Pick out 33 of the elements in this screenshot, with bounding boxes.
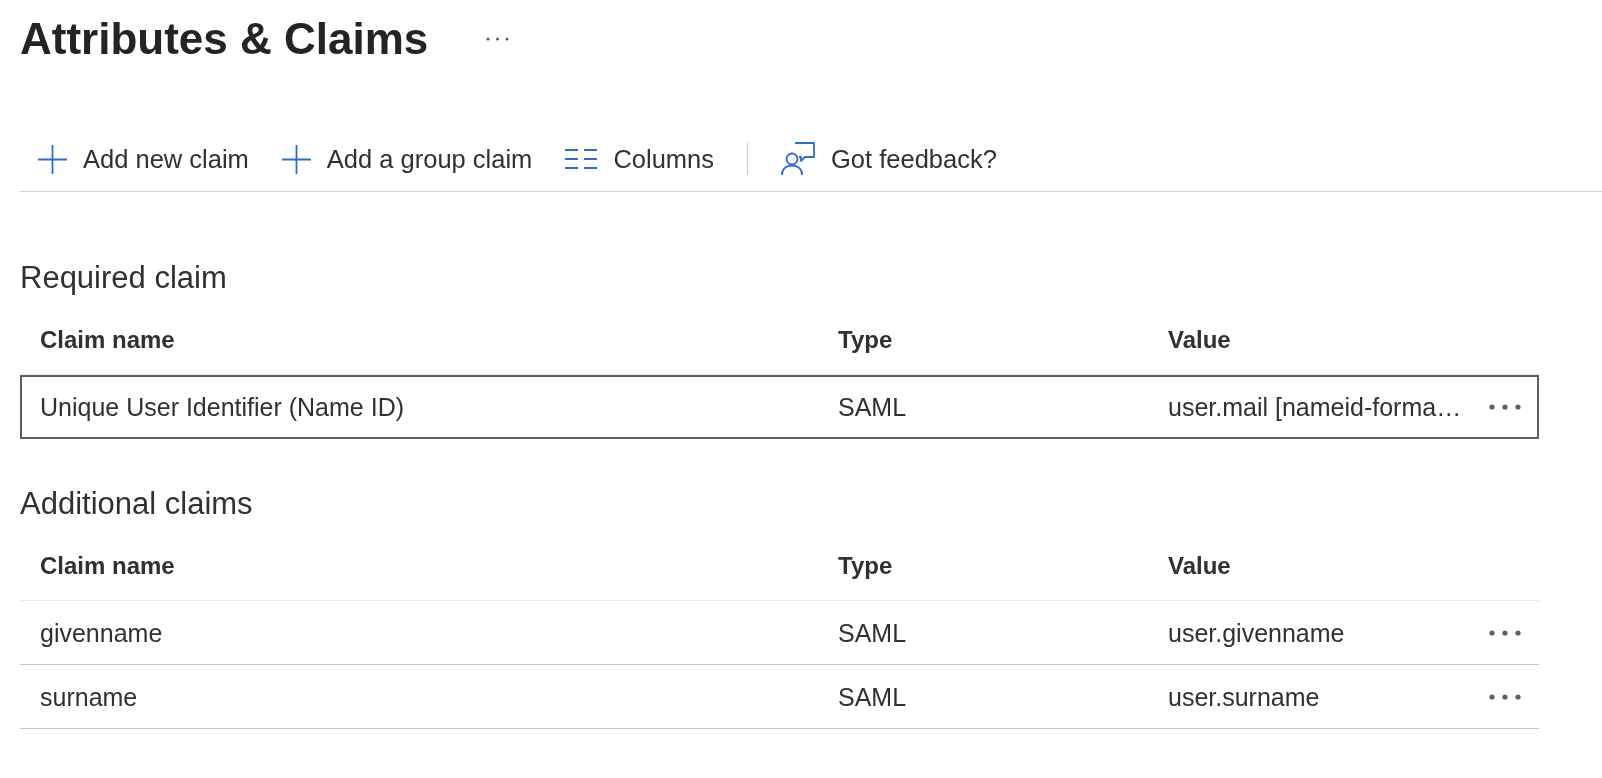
toolbar-button[interactable]: Add new claim (38, 143, 249, 175)
section-title: Additional claims (20, 485, 253, 523)
table-row[interactable]: givenname SAML user.givenname (20, 601, 1539, 665)
toolbar-button[interactable]: Got feedback? (781, 142, 997, 176)
table-cell: user.mail [nameid-forma… (1168, 392, 1462, 422)
more-icon[interactable] (486, 37, 510, 41)
section-title: Required claim (20, 259, 227, 297)
more-icon[interactable] (1488, 404, 1521, 410)
page-title: Attributes & Claims (20, 13, 429, 65)
table-cell: user.surname (1168, 681, 1320, 712)
feedback-icon (781, 142, 815, 176)
columns-icon (565, 149, 598, 169)
table-cell: surname (40, 681, 138, 712)
table-cell: user.givenname (1168, 617, 1345, 648)
table-cell: givenname (40, 617, 163, 648)
column-header: Claim name (40, 325, 175, 355)
plus-icon (281, 144, 311, 174)
table-cell: SAML (838, 681, 907, 712)
table-row[interactable]: Unique User Identifier (Name ID) SAML user.mail [nameid-forma… (20, 375, 1539, 439)
table-cell: SAML (838, 392, 907, 422)
plus-icon (38, 144, 67, 174)
toolbar-button[interactable]: Columns (565, 143, 714, 175)
table-cell: Unique User Identifier (Name ID) (40, 392, 404, 422)
column-header: Claim name (40, 551, 175, 581)
table-row[interactable]: surname SAML user.surname (20, 665, 1539, 729)
column-header: Type (838, 325, 893, 355)
toolbar-button[interactable]: Add a group claim (281, 143, 533, 175)
more-icon[interactable] (1488, 629, 1521, 636)
table-cell: SAML (838, 617, 907, 648)
column-header: Type (838, 551, 893, 581)
more-icon[interactable] (1488, 693, 1521, 700)
column-header: Value (1168, 325, 1231, 355)
column-header: Value (1168, 551, 1231, 581)
